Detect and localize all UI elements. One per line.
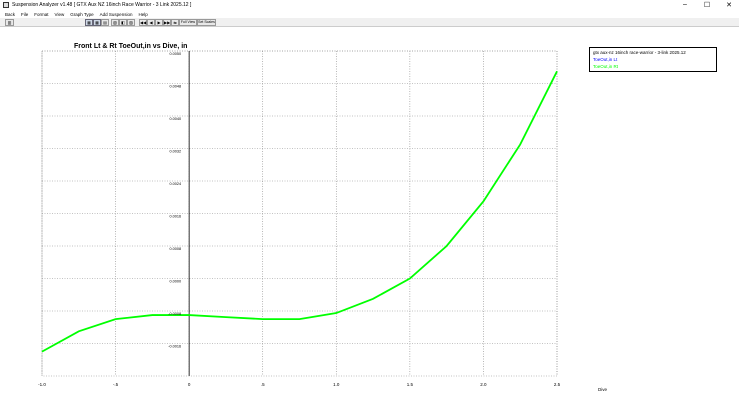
legend: gtx aux-nz 16inch race-warrior - 3-link … bbox=[589, 47, 717, 72]
menu-back[interactable]: Back bbox=[5, 11, 15, 18]
menu-add-suspension[interactable]: Add Suspension bbox=[100, 11, 133, 18]
menu-bar: Back File Format View Graph Type Add Sus… bbox=[0, 11, 739, 18]
view-mode-1-icon[interactable]: ▦ bbox=[85, 19, 93, 26]
menu-file[interactable]: File bbox=[21, 11, 28, 18]
view-mode-4-icon[interactable]: ▧ bbox=[111, 19, 119, 26]
title-bar: Suspension Analyzer v1.48 [ GTX Aux NZ 1… bbox=[0, 0, 739, 11]
minimize-icon[interactable]: – bbox=[681, 1, 689, 9]
y-tick-label: 0.0008 bbox=[170, 247, 182, 251]
chart-tool-icon[interactable]: ▥ bbox=[5, 19, 14, 26]
y-tick-label: -0.0008 bbox=[168, 312, 181, 316]
y-tick-label: 0.0000 bbox=[170, 280, 182, 284]
next-icon[interactable]: ▶ bbox=[155, 19, 163, 26]
y-tick-label: 0.0048 bbox=[170, 85, 182, 89]
app-icon bbox=[3, 2, 9, 8]
toolbar: ▥ ▦ ▦ ▤ ▧ ◧ ▨ ◀◀ ◀ ▶ ▶▶ ⇆ Full View Set … bbox=[0, 18, 739, 27]
x-tick-label: 2.0 bbox=[480, 382, 487, 387]
x-tick-label: 1.0 bbox=[333, 382, 340, 387]
legend-title: gtx aux-nz 16inch race-warrior - 3-link … bbox=[593, 50, 686, 55]
y-tick-label: 0.0032 bbox=[170, 150, 182, 154]
first-icon[interactable]: ◀◀ bbox=[139, 19, 147, 26]
chart-title: Front Lt & Rt ToeOut,in vs Dive, in bbox=[74, 43, 187, 50]
y-tick-label: -0.0016 bbox=[168, 345, 181, 349]
legend-entry-lt: ToeOut,in Lt bbox=[593, 57, 618, 62]
y-tick-label: 0.0016 bbox=[170, 215, 182, 219]
x-tick-label: -1.0 bbox=[38, 382, 46, 387]
x-axis-label: Dive bbox=[598, 387, 607, 392]
plot-frame bbox=[41, 50, 558, 377]
menu-help[interactable]: Help bbox=[138, 11, 147, 18]
window-controls: – ☐ ✕ bbox=[681, 1, 733, 9]
series-line-rt bbox=[41, 70, 558, 353]
close-icon[interactable]: ✕ bbox=[725, 1, 733, 9]
set-scales-button[interactable]: Set Scales bbox=[197, 19, 216, 26]
menu-format[interactable]: Format bbox=[34, 11, 48, 18]
y-tick-label: 0.0024 bbox=[170, 182, 182, 186]
last-icon[interactable]: ▶▶ bbox=[163, 19, 171, 26]
x-tick-label: 2.5 bbox=[554, 382, 561, 387]
view-mode-3-icon[interactable]: ▤ bbox=[101, 19, 109, 26]
view-mode-6-icon[interactable]: ▨ bbox=[127, 19, 135, 26]
x-tick-label: -.5 bbox=[113, 382, 119, 387]
x-tick-label: 0 bbox=[188, 382, 191, 387]
view-mode-2-icon[interactable]: ▦ bbox=[93, 19, 101, 26]
y-tick-label: 0.0040 bbox=[170, 117, 182, 121]
x-tick-label: .5 bbox=[261, 382, 265, 387]
x-tick-label: 1.5 bbox=[407, 382, 414, 387]
menu-graph-type[interactable]: Graph Type bbox=[70, 11, 93, 18]
view-mode-5-icon[interactable]: ◧ bbox=[119, 19, 127, 26]
maximize-icon[interactable]: ☐ bbox=[703, 1, 711, 9]
menu-view[interactable]: View bbox=[55, 11, 65, 18]
full-view-button[interactable]: Full View bbox=[179, 19, 197, 26]
window-title: Suspension Analyzer v1.48 [ GTX Aux NZ 1… bbox=[12, 2, 192, 8]
y-tick-label: 0.0050 bbox=[170, 52, 182, 56]
legend-entry-rt: ToeOut,in Rt bbox=[593, 64, 619, 69]
prev-icon[interactable]: ◀ bbox=[147, 19, 155, 26]
sweep-icon[interactable]: ⇆ bbox=[171, 19, 179, 26]
